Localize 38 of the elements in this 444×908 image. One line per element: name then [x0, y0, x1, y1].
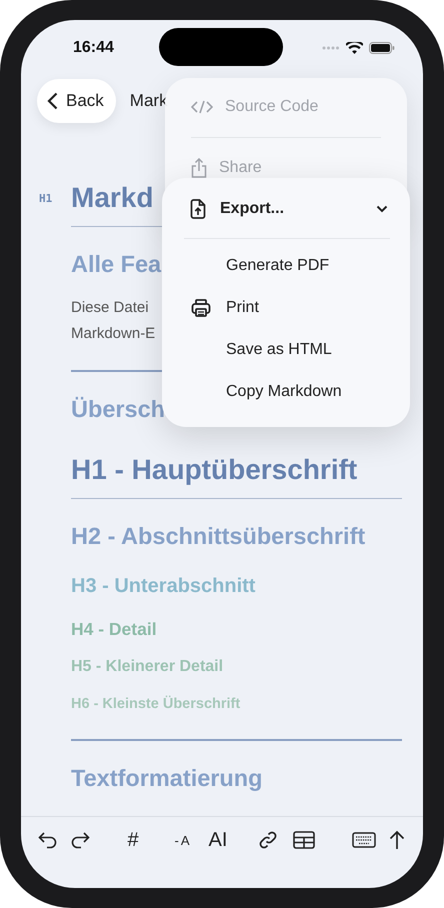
- decrease-font-button[interactable]: -A: [172, 832, 194, 848]
- keyboard-icon[interactable]: [352, 832, 376, 848]
- share-icon: [191, 158, 207, 178]
- heading-5: H5 - Kleinerer Detail: [71, 658, 224, 676]
- link-icon[interactable]: [258, 830, 278, 850]
- printer-icon: [191, 299, 211, 317]
- heading-1: Markd: [71, 182, 154, 214]
- document-export-icon: [190, 199, 206, 219]
- heading-1: H1 - Hauptüberschrift: [71, 454, 358, 486]
- wifi-icon: [346, 42, 363, 54]
- status-time: 16:44: [73, 39, 114, 57]
- increase-font-button[interactable]: AI: [206, 828, 230, 852]
- heading-2: Alle Fea: [71, 250, 162, 278]
- export-menu-header[interactable]: Export...: [190, 194, 388, 224]
- table-icon[interactable]: [293, 831, 315, 849]
- heading-2: Übersch: [71, 396, 166, 422]
- back-button[interactable]: Back: [37, 79, 116, 123]
- heading-4: H4 - Detail: [71, 618, 157, 640]
- heading-2: Textformatierung: [71, 764, 262, 792]
- paragraph-line: Diese Datei: [71, 298, 149, 316]
- hash-button[interactable]: #: [125, 828, 141, 852]
- redo-icon[interactable]: [70, 831, 90, 849]
- heading-3: H3 - Unterabschnitt: [71, 574, 256, 598]
- heading-6: H6 - Kleinste Überschrift: [71, 696, 240, 712]
- code-icon: [191, 99, 213, 115]
- heading-marker: H1: [39, 192, 54, 204]
- chevron-left-icon: [47, 92, 58, 110]
- menu-item[interactable]: Save as HTML: [190, 329, 388, 371]
- menu-item[interactable]: Print: [190, 287, 388, 329]
- menu-item[interactable]: Copy Markdown: [190, 371, 388, 413]
- arrow-up-icon[interactable]: [389, 830, 405, 850]
- battery-icon: [369, 42, 395, 54]
- undo-icon[interactable]: [38, 831, 58, 849]
- document-title: Mark: [130, 91, 168, 111]
- paragraph-line: Markdown-E: [71, 324, 156, 342]
- menu-item[interactable]: Generate PDF: [190, 245, 388, 287]
- signal-icon: [322, 46, 340, 50]
- heading-2: H2 - Abschnittsüberschrift: [71, 522, 366, 550]
